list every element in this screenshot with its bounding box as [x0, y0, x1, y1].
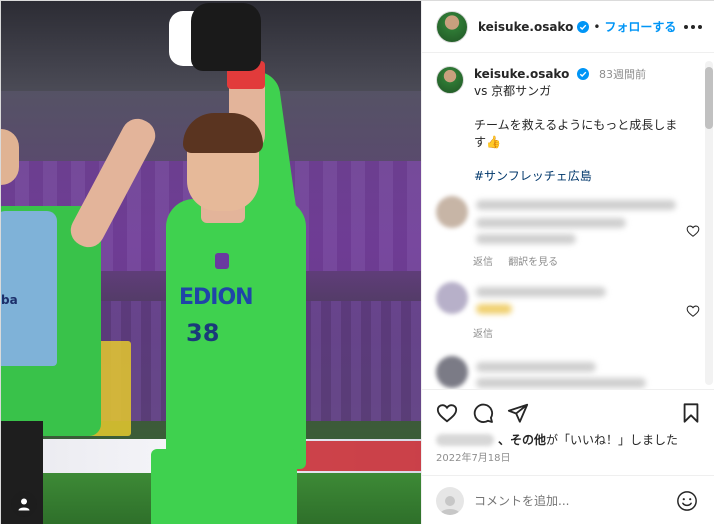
- caption-line-1: vs 京都サンガ: [474, 84, 552, 98]
- current-user-avatar: [436, 486, 464, 515]
- post-date[interactable]: 2022年7月18日: [436, 449, 511, 464]
- post-side-panel: keisuke.osako • フォローする keisuke.osako 83週…: [421, 1, 714, 524]
- comment-actions: 返信 翻訳を見る: [473, 253, 570, 268]
- blurred-comment-text: [476, 304, 512, 314]
- heart-icon[interactable]: [686, 304, 700, 318]
- share-icon[interactable]: [507, 402, 529, 424]
- reply-button[interactable]: 返信: [473, 329, 493, 340]
- post-time[interactable]: 83週間前: [599, 68, 646, 81]
- blurred-comment-text: [476, 362, 596, 372]
- verified-icon: [577, 68, 590, 80]
- advertising-board-red: [291, 441, 421, 471]
- blurred-comment-text: [476, 218, 626, 228]
- goalkeeper-shorts: [151, 449, 297, 524]
- club-badge: [215, 253, 229, 269]
- heart-icon[interactable]: [436, 402, 458, 424]
- teammate-sponsor: ba: [1, 293, 18, 307]
- commenter-avatar[interactable]: [436, 196, 468, 228]
- add-comment-bar: [422, 475, 714, 524]
- user-profile-icon: [440, 495, 460, 515]
- comment-icon[interactable]: [472, 402, 494, 424]
- goalkeeper-hair: [183, 113, 263, 153]
- emoji-icon[interactable]: [676, 490, 698, 512]
- blurred-comment-text: [476, 287, 606, 297]
- likes-others[interactable]: 、その他: [498, 431, 546, 448]
- comment-item: 返信: [436, 282, 706, 342]
- likes-summary[interactable]: 、その他 が「いいね！」しました: [436, 431, 678, 448]
- blurred-comment-text: [476, 200, 676, 210]
- post-header: keisuke.osako • フォローする: [422, 1, 714, 53]
- shirt-sponsor: EDION: [179, 285, 254, 310]
- bookmark-icon[interactable]: [680, 402, 702, 424]
- scrollbar-thumb[interactable]: [705, 67, 713, 129]
- post-caption: keisuke.osako 83週間前 vs 京都サンガ チームを救えるようにも…: [436, 66, 698, 185]
- commenter-avatar[interactable]: [436, 356, 468, 388]
- commenter-avatar[interactable]: [436, 282, 468, 314]
- heart-icon[interactable]: [686, 224, 700, 238]
- tagged-users-button[interactable]: [11, 491, 37, 517]
- hashtag-link[interactable]: #サンフレッチェ広島: [474, 168, 677, 185]
- comment-actions: 返信: [473, 325, 505, 340]
- teammate-bib: [1, 211, 57, 366]
- blurred-liker-name: [436, 433, 494, 446]
- comments-list[interactable]: keisuke.osako 83週間前 vs 京都サンガ チームを救えるようにも…: [422, 54, 714, 389]
- header-separator: •: [593, 19, 601, 34]
- goalkeeper-glove: [191, 3, 261, 71]
- more-options-icon[interactable]: [684, 18, 702, 36]
- translate-button[interactable]: 翻訳を見る: [508, 257, 558, 268]
- caption-line-2: チームを救えるようにもっと成長しま す👍: [474, 118, 678, 149]
- caption-username[interactable]: keisuke.osako: [474, 67, 569, 81]
- blurred-comment-text: [476, 378, 646, 388]
- author-avatar[interactable]: [436, 10, 468, 43]
- instagram-post-view: ba EDION 38 keisuke.osako • フォローする keisu…: [0, 0, 714, 524]
- post-actions-bar: [422, 389, 714, 435]
- author-username[interactable]: keisuke.osako: [478, 20, 573, 34]
- caption-author-avatar[interactable]: [436, 66, 464, 94]
- comment-input[interactable]: [474, 493, 664, 508]
- shirt-number: 38: [186, 319, 220, 347]
- user-profile-icon: [18, 498, 30, 511]
- likes-text: が「いいね！」しました: [546, 433, 679, 447]
- post-photo[interactable]: ba EDION 38: [1, 1, 421, 524]
- reply-button[interactable]: 返信: [473, 257, 493, 268]
- comment-item: 返信 翻訳を見る: [436, 196, 706, 276]
- blurred-comment-text: [476, 234, 576, 244]
- comment-item: [436, 356, 706, 389]
- follow-button[interactable]: フォローする: [604, 18, 676, 35]
- verified-icon: [577, 20, 590, 33]
